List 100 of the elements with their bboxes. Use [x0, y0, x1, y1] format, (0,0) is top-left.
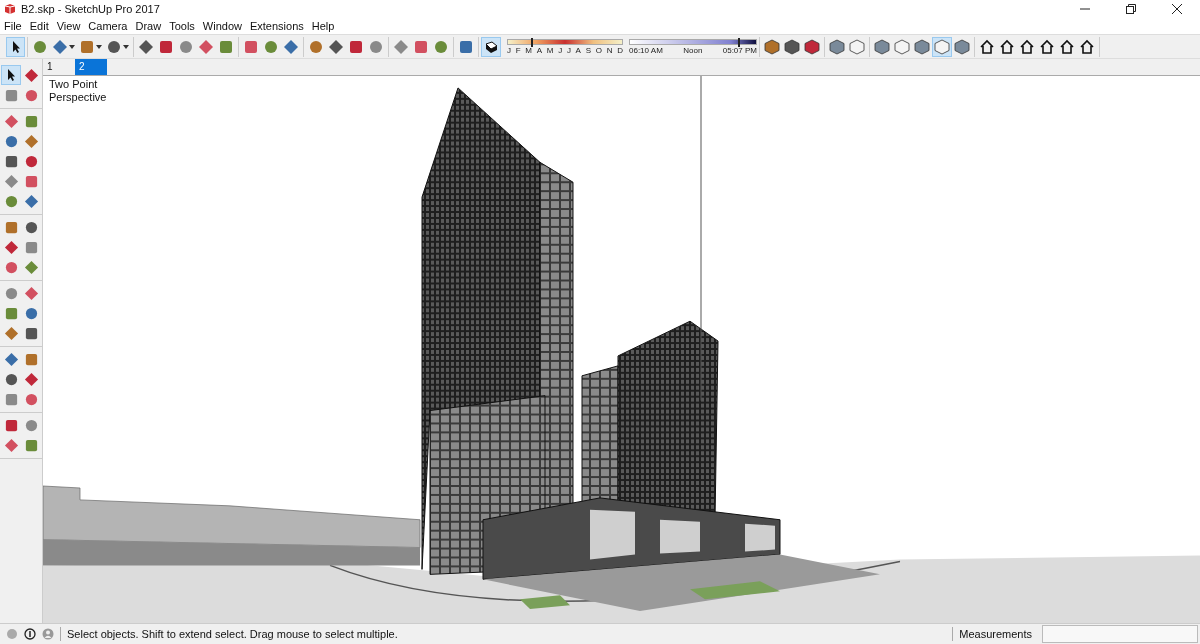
tool-icon — [393, 38, 409, 55]
month-label: M — [525, 45, 532, 55]
slider-thumb[interactable] — [530, 37, 533, 47]
tool-icon — [3, 153, 19, 169]
menu-item[interactable]: Tools — [169, 20, 195, 32]
tool-icon — [3, 113, 19, 129]
time-label: Noon — [683, 45, 703, 55]
caret-icon — [69, 44, 75, 49]
user-icon[interactable] — [42, 628, 54, 640]
tool-icon — [3, 173, 19, 189]
month-label: A — [575, 45, 581, 55]
tool-icon — [413, 38, 429, 55]
status-message: Select objects. Shift to extend select. Drag mouse to select multiple. — [67, 628, 399, 640]
tool-icon — [218, 38, 234, 55]
menu-item[interactable]: Extensions — [249, 20, 304, 32]
tool-icon — [3, 391, 19, 407]
cube-icon — [764, 38, 780, 55]
tool-icon — [3, 219, 19, 235]
slider-thumb[interactable] — [738, 37, 741, 47]
tool-icon — [243, 38, 259, 55]
tool-icon — [348, 38, 364, 55]
tool-icon — [178, 38, 194, 55]
shadow-toggle-button[interactable] — [481, 36, 501, 57]
month-label: O — [595, 45, 602, 55]
tool-icon — [3, 259, 19, 275]
menu-item[interactable]: File — [4, 20, 22, 32]
house-icon — [1079, 38, 1095, 55]
month-label: J — [566, 45, 571, 55]
tool-button[interactable] — [6, 36, 25, 57]
tool-icon — [368, 38, 384, 55]
shadow-cube-icon — [483, 38, 499, 55]
tool-icon — [3, 417, 19, 433]
cube-icon — [934, 38, 950, 55]
month-label: F — [515, 45, 521, 55]
month-label: J — [507, 45, 511, 55]
camera-mode-label: Two Point Perspective — [49, 78, 108, 104]
info-icon[interactable] — [24, 628, 36, 640]
month-label: A — [536, 45, 543, 55]
measurements-label: Measurements — [959, 628, 1033, 640]
tool-icon — [23, 417, 39, 433]
tool-icon — [23, 285, 39, 301]
app-logo-icon — [4, 3, 16, 15]
menu-item[interactable]: Window — [202, 20, 242, 32]
tool-icon — [32, 38, 48, 55]
tool-icon — [79, 38, 95, 55]
cube-icon — [874, 38, 890, 55]
house-icon — [1019, 38, 1035, 55]
tool-icon — [458, 38, 474, 55]
scene-tab[interactable]: 1 — [43, 59, 75, 75]
cube-icon — [804, 38, 820, 55]
tool-icon — [23, 239, 39, 255]
tool-icon — [3, 371, 19, 387]
cube-icon — [829, 38, 845, 55]
house-icon — [1059, 38, 1075, 55]
tool-icon — [23, 437, 39, 453]
tool-icon — [3, 87, 19, 103]
tool-icon — [23, 133, 39, 149]
tool-icon — [138, 38, 154, 55]
tool-icon — [106, 38, 122, 55]
tool-icon — [23, 305, 39, 321]
time-slider[interactable] — [629, 38, 757, 45]
tool-icon — [23, 371, 39, 387]
cube-icon — [894, 38, 910, 55]
close-icon — [1172, 4, 1182, 14]
time-label: 05:07 PM — [722, 45, 757, 55]
tool-icon — [3, 133, 19, 149]
scene-tab[interactable]: 2 — [75, 59, 107, 75]
tool-icon — [433, 38, 449, 55]
house-icon — [979, 38, 995, 55]
tool-icon — [198, 38, 214, 55]
restore-icon — [1126, 4, 1136, 14]
tool-icon — [3, 351, 19, 367]
menu-item[interactable]: Camera — [88, 20, 128, 32]
menu-item[interactable]: View — [56, 20, 81, 32]
tool-icon — [23, 325, 39, 341]
month-slider[interactable] — [507, 38, 623, 45]
tool-icon — [3, 193, 19, 209]
tool-icon — [328, 38, 344, 55]
tool-icon — [3, 305, 19, 321]
measurements-field[interactable] — [1042, 625, 1198, 643]
month-label: N — [606, 45, 613, 55]
menu-item[interactable]: Edit — [29, 20, 49, 32]
caret-icon — [96, 44, 102, 49]
month-label: D — [617, 45, 623, 55]
tool-icon — [23, 87, 39, 103]
tool-icon — [23, 219, 39, 235]
menu-item[interactable]: Draw — [135, 20, 162, 32]
menu-item[interactable]: Help — [311, 20, 335, 32]
tool-icon — [23, 391, 39, 407]
tool-icon — [23, 153, 39, 169]
month-label: M — [546, 45, 554, 55]
tool-icon — [3, 285, 19, 301]
tool-icon — [23, 259, 39, 275]
tool-icon — [283, 38, 299, 55]
tool-icon — [23, 351, 39, 367]
tool-icon — [23, 173, 39, 189]
tool-button[interactable] — [1, 65, 21, 85]
cube-icon — [914, 38, 930, 55]
tool-icon — [3, 437, 19, 453]
cube-icon — [784, 38, 800, 55]
